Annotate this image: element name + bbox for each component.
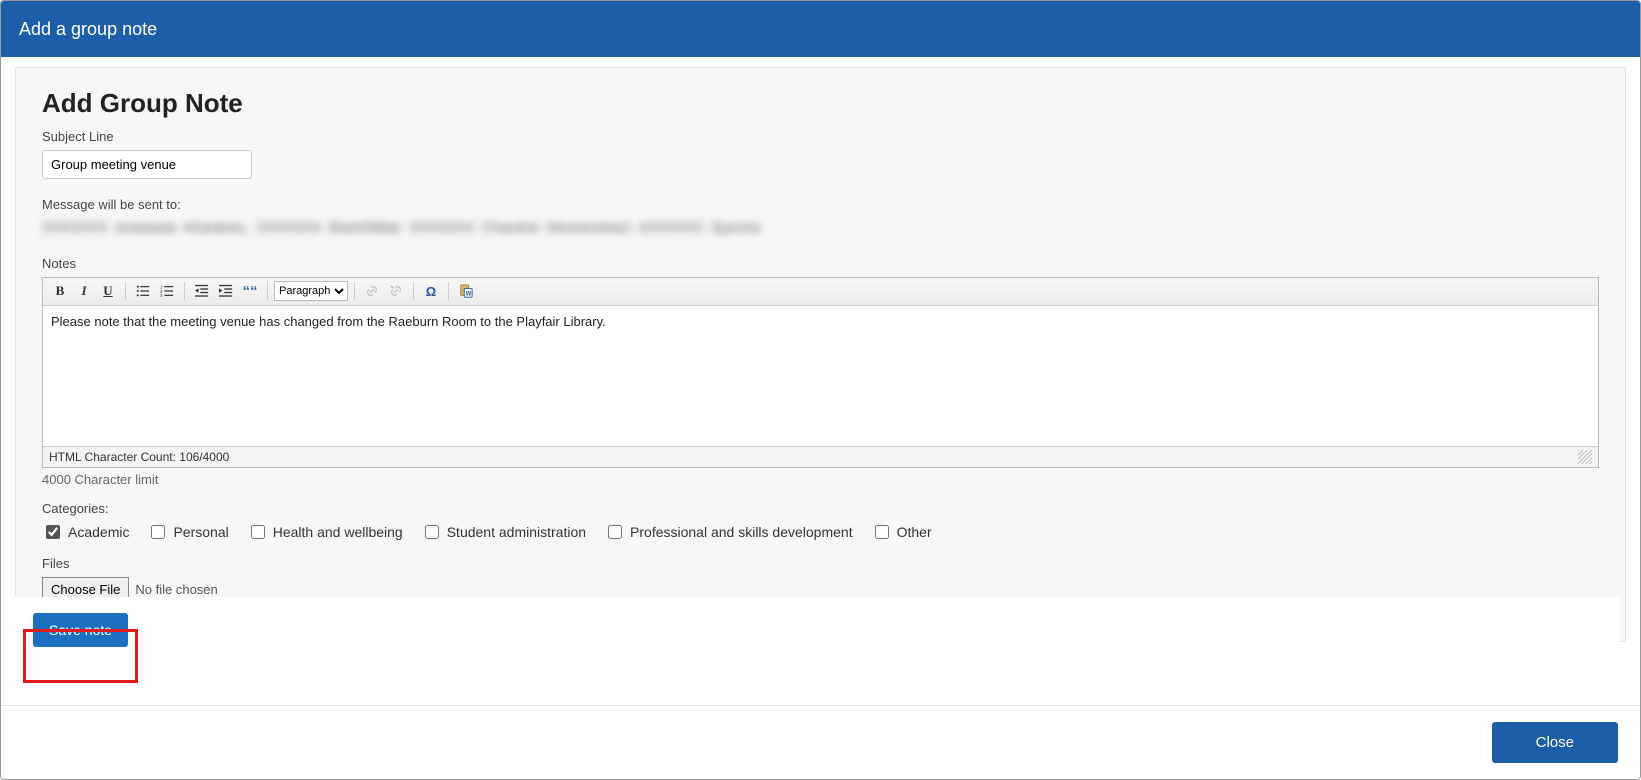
char-limit-label: 4000 Character limit: [42, 472, 1599, 487]
modal-title: Add a group note: [19, 19, 157, 39]
outdent-icon: [195, 284, 209, 298]
toolbar-separator: [354, 282, 355, 300]
files-label: Files: [42, 556, 1599, 571]
bullet-list-icon: [136, 284, 150, 298]
category-student-admin[interactable]: Student administration: [421, 522, 586, 542]
resize-handle[interactable]: [1578, 450, 1592, 464]
editor-footer: HTML Character Count: 106/4000: [43, 446, 1598, 467]
modal-dialog: Add a group note Add Group Note Subject …: [0, 0, 1641, 780]
special-char-button[interactable]: Ω: [420, 280, 442, 302]
category-personal-checkbox[interactable]: [151, 525, 165, 539]
category-other-checkbox[interactable]: [875, 525, 889, 539]
recipients-label: Message will be sent to:: [42, 197, 1599, 212]
unlink-icon: [389, 284, 403, 298]
toolbar-separator: [267, 282, 268, 300]
notes-label: Notes: [42, 256, 1599, 271]
close-button[interactable]: Close: [1492, 722, 1618, 763]
toolbar-separator: [125, 282, 126, 300]
toolbar-separator: [448, 282, 449, 300]
form-card: Add Group Note Subject Line Message will…: [15, 67, 1626, 642]
page-title: Add Group Note: [42, 88, 1599, 119]
subject-label: Subject Line: [42, 129, 1599, 144]
modal-body-scroll[interactable]: Add Group Note Subject Line Message will…: [1, 57, 1640, 673]
subject-input[interactable]: [42, 150, 252, 179]
paste-word-button[interactable]: W: [455, 280, 477, 302]
rich-text-editor: B I U 123: [42, 277, 1599, 468]
save-bar: Save note: [15, 597, 1620, 673]
char-count-label: HTML Character Count: 106/4000: [49, 450, 229, 464]
modal-header: Add a group note: [1, 1, 1640, 58]
editor-textarea[interactable]: Please note that the meeting venue has c…: [43, 306, 1598, 446]
italic-button[interactable]: I: [73, 280, 95, 302]
toolbar-separator: [413, 282, 414, 300]
modal-footer: Close: [1, 705, 1640, 779]
save-note-button[interactable]: Save note: [33, 613, 128, 647]
link-icon: [365, 284, 379, 298]
category-professional[interactable]: Professional and skills development: [604, 522, 853, 542]
underline-button[interactable]: U: [97, 280, 119, 302]
blockquote-button[interactable]: ““: [239, 280, 261, 302]
category-academic[interactable]: Academic: [42, 522, 129, 542]
ordered-list-button[interactable]: 123: [156, 280, 178, 302]
indent-button[interactable]: [215, 280, 237, 302]
category-professional-checkbox[interactable]: [608, 525, 622, 539]
category-health[interactable]: Health and wellbeing: [247, 522, 403, 542]
category-other[interactable]: Other: [871, 522, 932, 542]
outdent-button[interactable]: [191, 280, 213, 302]
category-student-admin-checkbox[interactable]: [425, 525, 439, 539]
recipients-list: XXXXXXX Anastasia Khardeen, XXXXXXX Bash…: [42, 218, 1599, 238]
toolbar-separator: [184, 282, 185, 300]
unlink-button[interactable]: [385, 280, 407, 302]
format-select[interactable]: Paragraph: [274, 281, 348, 301]
numbered-list-icon: 123: [160, 284, 174, 298]
category-health-checkbox[interactable]: [251, 525, 265, 539]
paste-word-icon: W: [459, 284, 473, 298]
category-academic-checkbox[interactable]: [46, 525, 60, 539]
no-file-label: No file chosen: [135, 582, 217, 597]
link-button[interactable]: [361, 280, 383, 302]
svg-text:W: W: [466, 290, 472, 297]
categories-label: Categories:: [42, 501, 1599, 516]
unordered-list-button[interactable]: [132, 280, 154, 302]
indent-icon: [219, 284, 233, 298]
svg-text:3: 3: [160, 293, 163, 298]
editor-toolbar: B I U 123: [43, 278, 1598, 306]
categories-row: Academic Personal Health and wellbeing S…: [42, 522, 1599, 542]
category-personal[interactable]: Personal: [147, 522, 228, 542]
bold-button[interactable]: B: [49, 280, 71, 302]
